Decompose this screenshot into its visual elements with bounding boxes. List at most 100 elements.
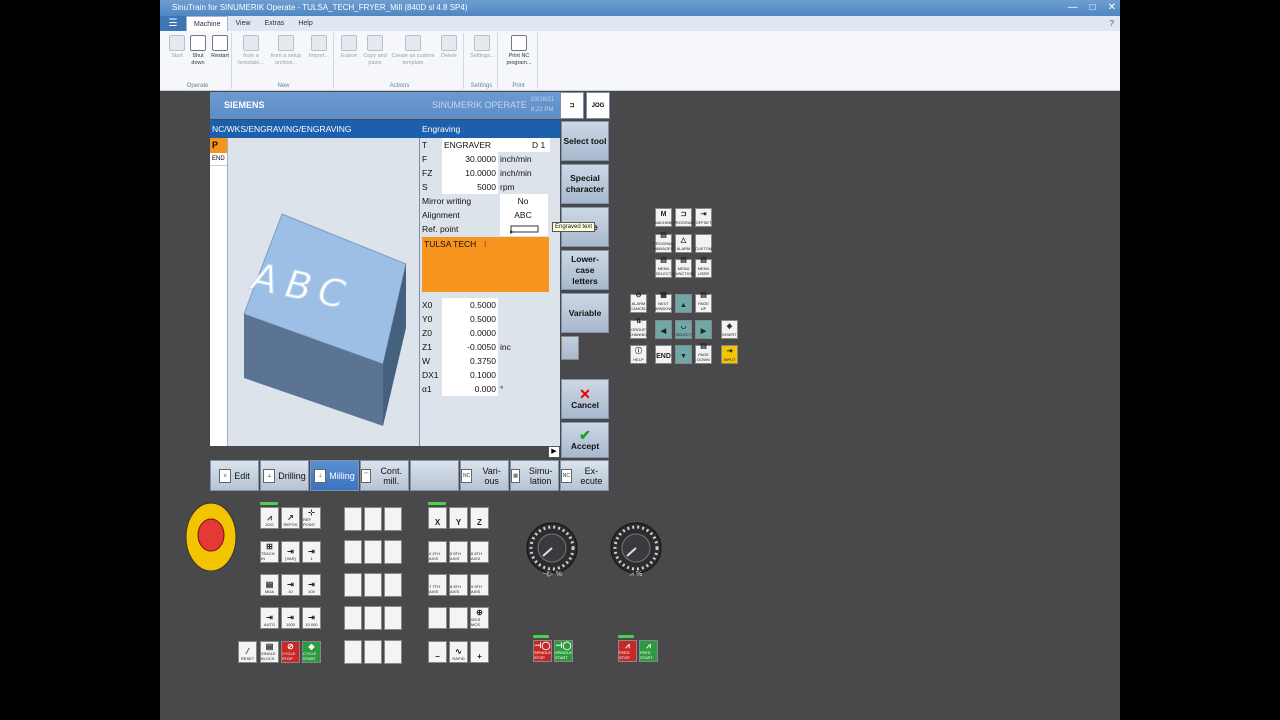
- emergency-stop-button[interactable]: [185, 501, 237, 572]
- menu-help[interactable]: Help: [291, 16, 319, 31]
- arrow-up-key[interactable]: ▲: [675, 294, 692, 313]
- jog-mode-icon[interactable]: JOG: [586, 92, 610, 119]
- drilling-softkey[interactable]: ⟂ Drilling: [260, 460, 309, 491]
- block-end[interactable]: END: [210, 153, 227, 166]
- variable-softkey[interactable]: Variable: [561, 293, 609, 333]
- reset-key[interactable]: ⁄ RESET: [238, 641, 257, 663]
- ref-point-field[interactable]: [500, 222, 548, 236]
- rapid-key[interactable]: ∿ RAPID: [449, 641, 468, 663]
- restart-button[interactable]: Restart: [209, 35, 231, 60]
- custom-key-blank[interactable]: [384, 507, 402, 531]
- maximize-icon[interactable]: □: [1090, 1, 1096, 15]
- axis-y-key[interactable]: Y: [449, 507, 468, 529]
- alignment-field[interactable]: ABC: [500, 208, 548, 222]
- menu-function-key[interactable]: ▤ MENU FUNCTION: [673, 257, 694, 278]
- copy-paste-button[interactable]: Copy and paste: [362, 35, 388, 67]
- menu-view[interactable]: View: [228, 16, 257, 31]
- page-up-key[interactable]: ▤ PAGE UP: [695, 292, 712, 313]
- plus-key[interactable]: +: [470, 641, 489, 663]
- from-template-button[interactable]: from a template...: [236, 35, 266, 67]
- custom-key-blank[interactable]: [344, 640, 362, 664]
- contour-milling-softkey[interactable]: ⌒ Cont. mill.: [360, 460, 409, 491]
- print-nc-program-button[interactable]: Print NC program...: [504, 35, 534, 67]
- delete-button[interactable]: Delete: [438, 35, 460, 60]
- simulation-softkey[interactable]: ▦ Simu- lation: [510, 460, 559, 491]
- axis-6-key[interactable]: 6 6TH AXIS: [470, 541, 489, 563]
- ref-point-key[interactable]: ⊹ REF POINT: [302, 507, 321, 529]
- start-button[interactable]: Start: [166, 35, 188, 60]
- alpha1-field[interactable]: 0.000: [442, 382, 498, 396]
- special-character-softkey[interactable]: Special character: [561, 164, 609, 204]
- execute-softkey[interactable]: NC Ex- ecute: [560, 460, 609, 491]
- custom-key-blank[interactable]: [384, 573, 402, 597]
- custom-key-blank[interactable]: [364, 606, 382, 630]
- select-tool-softkey[interactable]: Select tool: [561, 121, 609, 161]
- minimize-icon[interactable]: —: [1068, 1, 1078, 15]
- mda-key[interactable]: ▤ MDA: [260, 574, 279, 596]
- increment-100-key[interactable]: ⇥ 100: [302, 574, 321, 596]
- input-key[interactable]: ⇥ INPUT: [721, 345, 738, 364]
- accept-softkey[interactable]: ✔ Accept: [561, 422, 609, 458]
- menu-extras[interactable]: Extras: [258, 16, 292, 31]
- next-window-key[interactable]: ▦ NEXT WINDOW: [655, 292, 672, 313]
- auto-key[interactable]: ⇥ AUTO: [260, 607, 279, 629]
- end-key[interactable]: END: [655, 345, 672, 364]
- dx1-field[interactable]: 0.1000: [442, 368, 498, 382]
- spindle-speed-field[interactable]: 5000: [442, 180, 498, 194]
- program-key[interactable]: ⊐ PROGRAM: [673, 208, 694, 227]
- cycle-start-key[interactable]: ◈ CYCLE START: [302, 641, 321, 663]
- offset-key[interactable]: ⇥ OFFSET: [695, 208, 712, 227]
- menu-machine[interactable]: Machine: [186, 16, 229, 31]
- scroll-right-button[interactable]: ▶: [540, 446, 560, 458]
- blank-key[interactable]: [428, 607, 447, 629]
- axis-9-key[interactable]: 9 9TH AXIS: [470, 574, 489, 596]
- page-down-key[interactable]: ▤ PAGE DOWN: [695, 343, 712, 364]
- spindle-start-key[interactable]: ⊣◯ SPINDLE START: [554, 640, 573, 662]
- custom-key[interactable]: CUSTOM: [695, 234, 712, 253]
- from-setup-archive-button[interactable]: from a setup archive...: [270, 35, 302, 67]
- feed-field[interactable]: 30.0000: [442, 152, 498, 166]
- increment-1-key[interactable]: ⇥ 1: [302, 541, 321, 563]
- blank-key[interactable]: [449, 607, 468, 629]
- custom-key-blank[interactable]: [364, 507, 382, 531]
- custom-key-blank[interactable]: [344, 507, 362, 531]
- arrow-right-key[interactable]: ▶: [695, 320, 712, 339]
- axis-x-key[interactable]: X: [428, 507, 447, 529]
- edit-softkey[interactable]: ≡ Edit: [210, 460, 259, 491]
- feed-plunge-field[interactable]: 10.0000: [442, 166, 498, 180]
- z1-field[interactable]: -0.0050: [442, 340, 498, 354]
- custom-key-blank[interactable]: [364, 573, 382, 597]
- menu-select-key[interactable]: ▤ MENU SELECT: [655, 257, 672, 278]
- z0-field[interactable]: 0.0000: [442, 326, 498, 340]
- group-channel-key[interactable]: ⇅ GROUP CHANNEL: [629, 318, 648, 339]
- spindle-override-dial[interactable]: ⊣▷ %: [526, 514, 578, 582]
- create-custom-template-button[interactable]: Create as custom template: [390, 35, 436, 67]
- custom-key-blank[interactable]: [364, 540, 382, 564]
- feed-override-dial[interactable]: ⩘ %: [610, 514, 662, 582]
- menu-user-key[interactable]: ▤ MENU USER: [695, 257, 712, 278]
- help-key[interactable]: ⓘ HELP: [630, 345, 647, 364]
- custom-key-blank[interactable]: [344, 573, 362, 597]
- var-increment-key[interactable]: ⇥ [VAR]: [281, 541, 300, 563]
- y0-field[interactable]: 0.5000: [442, 312, 498, 326]
- custom-key-blank[interactable]: [384, 540, 402, 564]
- increment-10-key[interactable]: ⇥ 10: [281, 574, 300, 596]
- help-icon[interactable]: ?: [1110, 16, 1114, 31]
- increment-1000-key[interactable]: ⇥ 1000: [281, 607, 300, 629]
- settings-button[interactable]: Settings...: [470, 35, 494, 60]
- milling-softkey[interactable]: ⊥ Milling: [310, 460, 359, 491]
- various-softkey[interactable]: NC Vari- ous: [460, 460, 509, 491]
- cancel-softkey[interactable]: ✕ Cancel: [561, 379, 609, 419]
- alarm-key[interactable]: △ ALARM: [675, 234, 692, 253]
- axis-z-key[interactable]: Z: [470, 507, 489, 529]
- jog-key[interactable]: ⩘ JOG: [260, 507, 279, 529]
- teach-in-key[interactable]: ⊞ TEACH IN: [260, 541, 279, 563]
- increment-10000-key[interactable]: ⇥ 10 000: [302, 607, 321, 629]
- x0-field[interactable]: 0.5000: [442, 298, 498, 312]
- custom-key-blank[interactable]: [384, 640, 402, 664]
- program-manager-key[interactable]: ▤ PROGRAM MANAGER: [653, 232, 674, 253]
- arrow-left-key[interactable]: ◀: [655, 320, 672, 339]
- select-key[interactable]: ◡ SELECT: [675, 320, 692, 339]
- custom-key-blank[interactable]: [344, 540, 362, 564]
- empty-softkey[interactable]: [561, 336, 579, 360]
